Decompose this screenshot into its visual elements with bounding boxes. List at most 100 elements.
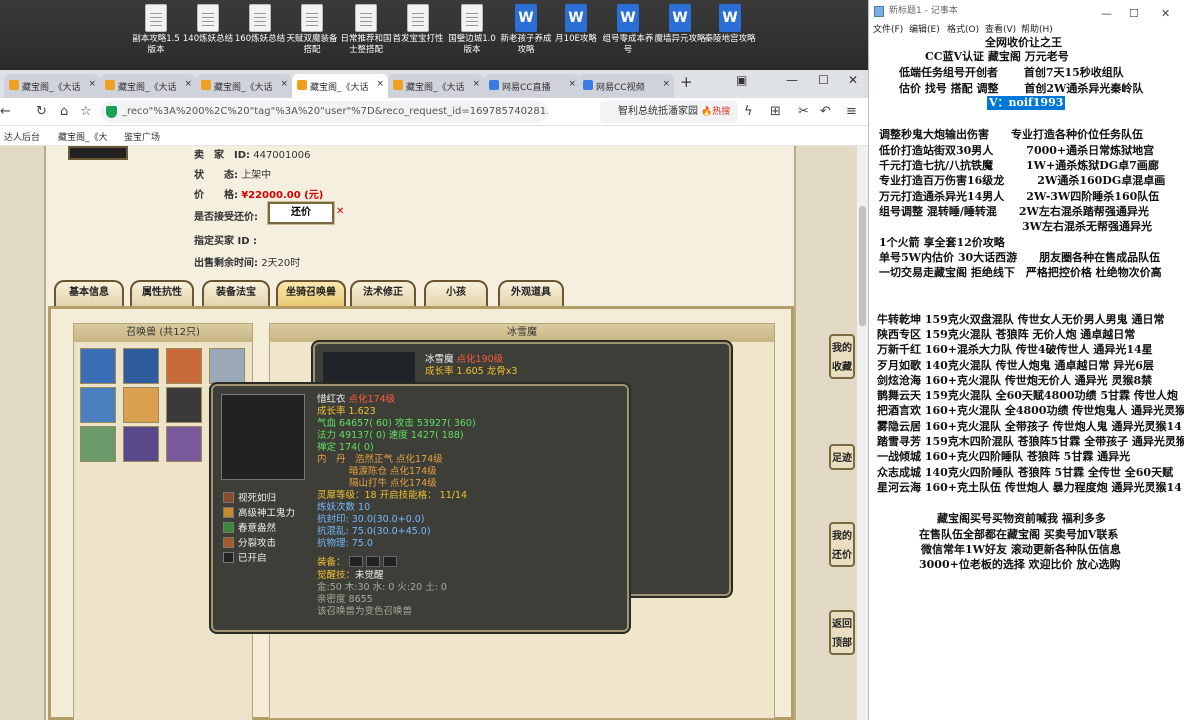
pet-thumbnail[interactable] xyxy=(166,426,202,462)
price-row: 价 格: ¥22000.00 (元) xyxy=(194,190,324,201)
notepad-title: 新标题1 - 记事本 xyxy=(889,6,958,16)
pet-thumbnail[interactable] xyxy=(166,348,202,384)
undo-icon[interactable]: ↶ xyxy=(820,104,831,119)
treasure-gem-icon xyxy=(393,80,403,90)
listing-tab[interactable]: 装备法宝 xyxy=(202,280,270,306)
tab-close-icon[interactable]: × xyxy=(376,79,384,89)
tab-close-icon[interactable]: × xyxy=(568,79,576,89)
pet-thumbnail[interactable] xyxy=(123,387,159,423)
grid-icon[interactable]: ⊞ xyxy=(770,104,781,119)
listing-tab[interactable]: 小孩 xyxy=(424,280,488,306)
pet-thumbnail[interactable] xyxy=(80,387,116,423)
star-icon[interactable]: ☆ xyxy=(80,104,92,119)
desktop-file-icon[interactable]: W 魔墙异元攻略 xyxy=(652,4,708,45)
desktop-file-icon[interactable]: 140炼妖总结 xyxy=(180,4,236,45)
address-bar[interactable]: _reco"%3A%200%2C%20"tag"%3A%20"user"%7D&… xyxy=(100,101,548,123)
desktop-file-icon[interactable]: W 新老孩子养成攻略 xyxy=(498,4,554,56)
pet-thumbnail[interactable] xyxy=(123,348,159,384)
desktop-file-icon[interactable]: 日常推荐和国士整搭配 xyxy=(338,4,394,56)
text-file-icon xyxy=(407,4,429,32)
haggle-button[interactable]: 还价 xyxy=(267,201,335,225)
bookmark-item[interactable]: 鉴宝广场 xyxy=(124,130,160,143)
notepad-line: 3W左右混杀无帮强通异光 xyxy=(879,220,1153,233)
tab-close-icon[interactable]: × xyxy=(184,79,192,89)
status-row: 状 态: 上架中 xyxy=(194,170,272,181)
notepad-line: 一战倾城 160+克火四阶睡队 苍狼阵 5甘霖 通异光 xyxy=(877,450,1131,463)
desktop-file-icon[interactable]: 副本攻略1.5版本 xyxy=(128,4,184,56)
bookmark-item[interactable]: 藏宝阁_《大 xyxy=(58,130,108,143)
listing-tab[interactable]: 属性抗性 xyxy=(130,280,194,306)
browser-tab[interactable]: 藏宝阁_《大话 × xyxy=(4,74,100,98)
notepad-line: 把酒言欢 160+克火混队 全4800功绩 传世炮鬼人 通异光灵猴 xyxy=(877,404,1184,417)
notepad-line: 牛转乾坤 159克火双盘混队 传世女人无价男人男鬼 通日常 xyxy=(877,313,1165,326)
menu-icon[interactable]: ≡ xyxy=(846,104,857,119)
scrollbar-thumb[interactable] xyxy=(859,206,866,326)
refresh-icon[interactable]: ↻ xyxy=(36,104,47,119)
scissors-icon[interactable]: ✂ xyxy=(798,104,809,119)
notepad-line: 调整秒鬼大炮输出伤害 专业打造各种价位任务队伍 xyxy=(879,128,1143,141)
listing-page: 卖 家 ID: 447001006 状 态: 上架中 价 格: ¥22000.0… xyxy=(0,146,868,720)
pet-thumbnail[interactable] xyxy=(80,426,116,462)
haggle-unavailable-icon: ✕ xyxy=(336,206,345,217)
tooltip-growth: 成长率 1.623 xyxy=(317,406,376,417)
pet-thumbnail[interactable] xyxy=(80,348,116,384)
shield-icon xyxy=(106,106,117,118)
desktop-file-icon[interactable]: W 组号零成本养号 xyxy=(600,4,656,56)
notepad-menu-item[interactable]: 格式(O) xyxy=(947,22,979,35)
desktop-file-icon[interactable]: 天赋双魔装备搭配 xyxy=(284,4,340,56)
character-portrait xyxy=(68,146,128,160)
browser-tab[interactable]: 网易CC直播 × xyxy=(484,74,580,98)
tooltip-neidan-3: 隔山打牛 点化174级 xyxy=(349,478,437,489)
tooltip-name: 惜红衣 点化174级 xyxy=(317,394,396,405)
desktop-file-icon[interactable]: 160炼妖总结 xyxy=(232,4,288,45)
minimize-icon[interactable]: — xyxy=(786,73,798,87)
listing-tab[interactable]: 基本信息 xyxy=(54,280,124,306)
browser-tab[interactable]: 藏宝阁_《大话 × xyxy=(292,74,388,98)
page-scrollbar[interactable] xyxy=(857,146,868,720)
search-box[interactable]: 智利总统抵潘家园 🔥热搜 xyxy=(600,101,738,123)
desktop-file-icon[interactable]: 首发宝宝打性 xyxy=(390,4,446,45)
history-button[interactable]: 足迹 xyxy=(829,444,855,470)
tab-close-icon[interactable]: × xyxy=(280,79,288,89)
desktop-file-label: 日常推荐和国士整搭配 xyxy=(340,34,392,55)
home-icon[interactable]: ⌂ xyxy=(60,104,68,119)
back-icon[interactable]: ← xyxy=(0,104,11,119)
word-doc-icon: W xyxy=(565,4,587,32)
tab-label: 藏宝阁_《大话 xyxy=(310,83,369,93)
pet-thumbnail[interactable] xyxy=(209,348,245,384)
tab-close-icon[interactable]: × xyxy=(88,79,96,89)
desktop-file-label: 副本攻略1.5版本 xyxy=(132,34,180,55)
desktop-file-icon[interactable]: W 月10E攻略 xyxy=(548,4,604,45)
browser-tab[interactable]: 藏宝阁_《大话 × xyxy=(100,74,196,98)
new-tab-icon[interactable]: + xyxy=(680,73,693,91)
back-to-top-button[interactable]: 返回顶部 xyxy=(829,610,855,655)
notepad-menu-item[interactable]: 文件(F) xyxy=(873,22,903,35)
pet-thumbnail[interactable] xyxy=(166,387,202,423)
close-icon[interactable]: ✕ xyxy=(848,73,858,87)
maximize-icon[interactable]: ☐ xyxy=(818,73,829,87)
pet-thumbnail[interactable] xyxy=(123,426,159,462)
notepad-menu-item[interactable]: 查看(V) xyxy=(985,22,1016,35)
favorites-button[interactable]: 我的收藏 xyxy=(829,334,855,379)
listing-tab[interactable]: 坐骑召唤兽 xyxy=(276,280,346,306)
notepad-line: 组号调整 混转睡/睡转混 2W左右混杀踏帮强通异光 xyxy=(879,205,1149,218)
bolt-icon[interactable]: ϟ xyxy=(744,104,753,119)
browser-tab[interactable]: 藏宝阁_《大话 × xyxy=(388,74,484,98)
desktop-file-icon[interactable]: 国璧边城1.0版本 xyxy=(444,4,500,56)
search-text: 智利总统抵潘家园 xyxy=(618,106,698,117)
listing-tab[interactable]: 外观道具 xyxy=(498,280,564,306)
bookmark-item[interactable]: 达人后台 xyxy=(4,130,40,143)
listing-tab[interactable]: 法术修正 xyxy=(350,280,416,306)
tooltip-res-chaos: 抗混乱: 75.0(30.0+45.0) xyxy=(317,526,431,537)
notepad-menu-item[interactable]: 编辑(E) xyxy=(909,22,940,35)
desktop-file-icon[interactable]: W 秦陵地宫攻略 xyxy=(702,4,758,45)
notepad-menu-item[interactable]: 帮助(H) xyxy=(1021,22,1053,35)
tooltip-awaken: 觉醒技：未觉醒 xyxy=(317,570,384,581)
tab-close-icon[interactable]: × xyxy=(472,79,480,89)
pin-icon[interactable]: ▣ xyxy=(736,73,747,87)
browser-tab[interactable]: 藏宝阁_《大话 × xyxy=(196,74,292,98)
browser-tab[interactable]: 网易CC视频 × xyxy=(578,74,674,98)
my-offers-button[interactable]: 我的还价 xyxy=(829,522,855,567)
text-file-icon xyxy=(461,4,483,32)
tab-close-icon[interactable]: × xyxy=(662,79,670,89)
